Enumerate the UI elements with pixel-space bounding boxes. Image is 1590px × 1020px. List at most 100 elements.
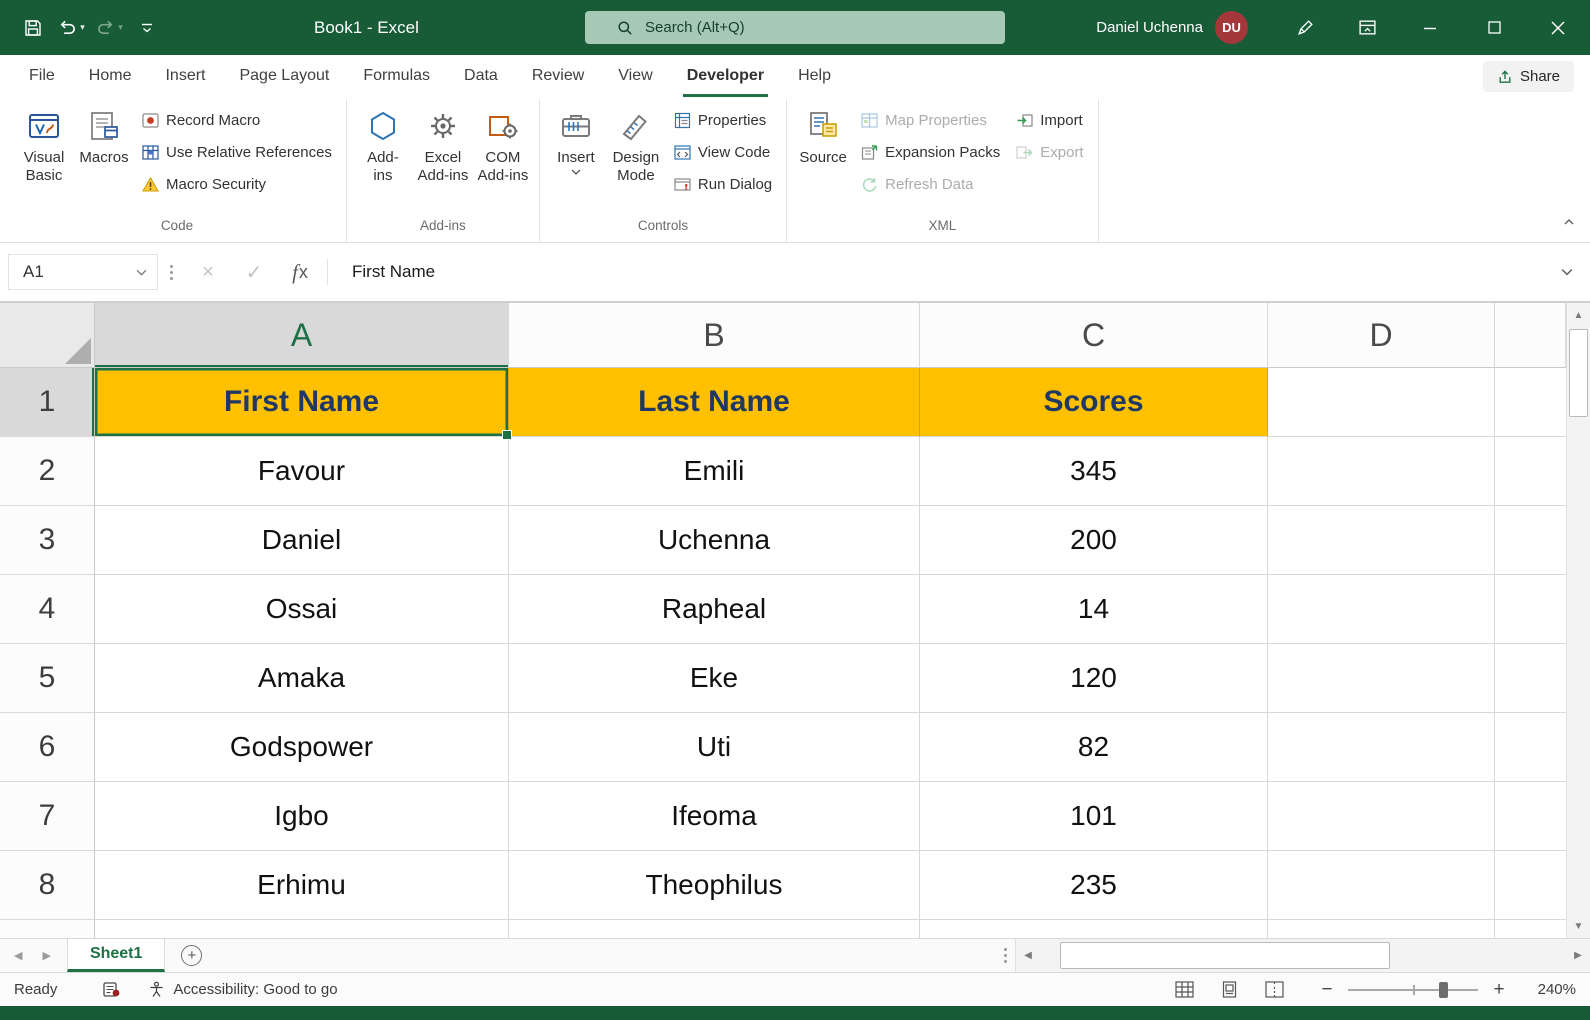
inking-button[interactable]	[1274, 0, 1336, 55]
properties-button[interactable]: Properties	[674, 109, 772, 131]
redo-button[interactable]: ▾	[92, 10, 126, 46]
zoom-level[interactable]: 240%	[1528, 981, 1576, 998]
cell-C5[interactable]: 120	[920, 644, 1268, 713]
scroll-up-arrow[interactable]: ▲	[1567, 303, 1590, 327]
vertical-scroll-thumb[interactable]	[1569, 329, 1588, 417]
vertical-scroll-track[interactable]	[1567, 327, 1590, 914]
insert-control-button[interactable]: Insert	[546, 99, 606, 211]
zoom-out-button[interactable]: −	[1320, 979, 1334, 1001]
cell-B8[interactable]: Theophilus	[509, 851, 920, 920]
cell-C1[interactable]: Scores	[920, 368, 1268, 437]
row-header-3[interactable]: 3	[0, 506, 95, 575]
ribbon-tab-home[interactable]: Home	[72, 55, 149, 97]
addins-button[interactable]: Add- ins	[353, 99, 413, 211]
close-button[interactable]	[1526, 0, 1590, 55]
cell-partial[interactable]	[920, 920, 1268, 938]
ribbon-tab-review[interactable]: Review	[515, 55, 601, 97]
excel-addins-button[interactable]: Excel Add-ins	[413, 99, 473, 211]
cell-C8[interactable]: 235	[920, 851, 1268, 920]
cell-B3[interactable]: Uchenna	[509, 506, 920, 575]
expand-formula-bar-button[interactable]	[1552, 268, 1582, 276]
ribbon-display-options-button[interactable]	[1336, 0, 1398, 55]
ribbon-tab-formulas[interactable]: Formulas	[346, 55, 447, 97]
cell-A4[interactable]: Ossai	[95, 575, 509, 644]
row-header-partial[interactable]	[0, 920, 95, 938]
cell-A2[interactable]: Favour	[95, 437, 509, 506]
cell-D3[interactable]	[1268, 506, 1495, 575]
cell-C2[interactable]: 345	[920, 437, 1268, 506]
user-name[interactable]: Daniel Uchenna	[1096, 19, 1203, 36]
cancel-entry-button[interactable]: ×	[185, 254, 231, 290]
zoom-slider-thumb[interactable]	[1439, 982, 1448, 998]
scroll-right-arrow[interactable]: ▶	[1566, 939, 1590, 972]
cell-A6[interactable]: Godspower	[95, 713, 509, 782]
select-all-button[interactable]	[0, 303, 95, 368]
cell-D4[interactable]	[1268, 575, 1495, 644]
zoom-slider[interactable]	[1348, 989, 1478, 991]
ribbon-tab-view[interactable]: View	[601, 55, 669, 97]
customize-qat-button[interactable]	[130, 10, 164, 46]
formula-input[interactable]: First Name	[332, 262, 1552, 282]
ribbon-tab-file[interactable]: File	[12, 55, 72, 97]
ribbon-tab-developer[interactable]: Developer	[670, 55, 781, 97]
column-header-C[interactable]: C	[920, 303, 1268, 368]
view-code-button[interactable]: View Code	[674, 141, 772, 163]
row-header-1[interactable]: 1	[0, 368, 95, 437]
cell-B7[interactable]: Ifeoma	[509, 782, 920, 851]
next-sheet-arrow[interactable]: ▶	[42, 949, 50, 962]
design-mode-button[interactable]: Design Mode	[606, 99, 666, 211]
visual-basic-button[interactable]: Visual Basic	[14, 99, 74, 211]
macro-recording-button[interactable]	[103, 982, 120, 997]
ribbon-tab-insert[interactable]: Insert	[148, 55, 222, 97]
cell-D2[interactable]	[1268, 437, 1495, 506]
cell-partial[interactable]	[1268, 920, 1495, 938]
vertical-scrollbar[interactable]: ▲ ▼	[1566, 303, 1590, 938]
confirm-entry-button[interactable]: ✓	[231, 254, 277, 290]
cell-B1[interactable]: Last Name	[509, 368, 920, 437]
name-box[interactable]: A1	[8, 254, 158, 290]
export-button[interactable]: Export	[1016, 141, 1083, 163]
cell-C3[interactable]: 200	[920, 506, 1268, 575]
cell-B6[interactable]: Uti	[509, 713, 920, 782]
namebox-resize-handle[interactable]	[158, 265, 185, 280]
cell-B4[interactable]: Rapheal	[509, 575, 920, 644]
ribbon-tab-help[interactable]: Help	[781, 55, 848, 97]
normal-view-button[interactable]	[1175, 981, 1194, 998]
cell-B5[interactable]: Eke	[509, 644, 920, 713]
column-header-A[interactable]: A	[95, 303, 509, 368]
undo-dropdown-icon[interactable]: ▾	[80, 22, 85, 33]
cell-D6[interactable]	[1268, 713, 1495, 782]
source-button[interactable]: Source	[793, 99, 853, 211]
expansion-packs-button[interactable]: Expansion Packs	[861, 141, 1000, 163]
cell-D8[interactable]	[1268, 851, 1495, 920]
refresh-data-button[interactable]: Refresh Data	[861, 173, 1000, 195]
row-header-5[interactable]: 5	[0, 644, 95, 713]
page-break-preview-button[interactable]	[1265, 981, 1284, 998]
tab-scroll-splitter[interactable]	[996, 939, 1015, 972]
cell-C6[interactable]: 82	[920, 713, 1268, 782]
row-header-7[interactable]: 7	[0, 782, 95, 851]
avatar[interactable]: DU	[1215, 11, 1248, 44]
zoom-in-button[interactable]: +	[1492, 979, 1506, 1001]
import-button[interactable]: Import	[1016, 109, 1083, 131]
macros-button[interactable]: Macros	[74, 99, 134, 211]
search-box[interactable]: Search (Alt+Q)	[585, 11, 1005, 44]
cell-A8[interactable]: Erhimu	[95, 851, 509, 920]
row-header-6[interactable]: 6	[0, 713, 95, 782]
cell-A7[interactable]: Igbo	[95, 782, 509, 851]
run-dialog-button[interactable]: Run Dialog	[674, 173, 772, 195]
ribbon-tab-data[interactable]: Data	[447, 55, 515, 97]
horizontal-scroll-track[interactable]	[1040, 939, 1566, 972]
cell-B2[interactable]: Emili	[509, 437, 920, 506]
minimize-button[interactable]	[1398, 0, 1462, 55]
new-sheet-button[interactable]: +	[181, 939, 202, 972]
use-relative-references-button[interactable]: Use Relative References	[142, 141, 332, 163]
cell-D5[interactable]	[1268, 644, 1495, 713]
column-header-B[interactable]: B	[509, 303, 920, 368]
row-header-4[interactable]: 4	[0, 575, 95, 644]
maximize-button[interactable]	[1462, 0, 1526, 55]
scroll-left-arrow[interactable]: ◀	[1016, 939, 1040, 972]
row-header-8[interactable]: 8	[0, 851, 95, 920]
horizontal-scrollbar[interactable]: ◀ ▶	[1015, 939, 1590, 972]
accessibility-status[interactable]: Accessibility: Good to go	[148, 981, 337, 998]
